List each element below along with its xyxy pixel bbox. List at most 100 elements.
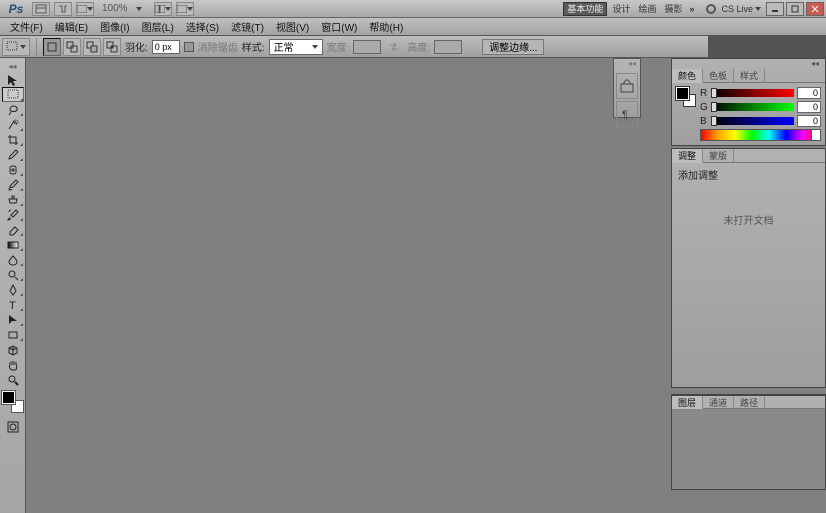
svg-text:¶: ¶	[622, 109, 628, 121]
minimize-window-button[interactable]	[766, 2, 784, 16]
tab-swatch[interactable]: 色板	[703, 69, 734, 82]
layers-body	[672, 409, 825, 489]
view-extras-dropdown[interactable]	[76, 2, 94, 16]
tab-layers[interactable]: 图层	[672, 396, 703, 409]
workspace-photography-button[interactable]: 摄影	[661, 2, 685, 16]
collapsed-dock: ¶	[613, 58, 641, 118]
history-brush-tool[interactable]	[2, 207, 24, 222]
tab-paths[interactable]: 路径	[734, 396, 765, 408]
title-bar: Ps 100% 基本功能 设计 绘画 摄影 » CS Live	[0, 0, 826, 18]
menu-layer[interactable]: 图层(L)	[136, 19, 180, 34]
svg-text:T: T	[9, 300, 16, 311]
color-swatches	[2, 391, 24, 413]
eyedropper-tool[interactable]	[2, 147, 24, 162]
tab-adjustments[interactable]: 调整	[672, 149, 703, 163]
selection-new-button[interactable]	[43, 38, 61, 56]
g-label: G	[700, 102, 708, 113]
foreground-color-swatch[interactable]	[2, 391, 15, 404]
brush-tool[interactable]	[2, 177, 24, 192]
style-label: 样式:	[242, 39, 265, 54]
style-select[interactable]: 正常	[269, 39, 323, 55]
color-panel-handle[interactable]	[672, 59, 825, 69]
layers-panel: 图层 通道 路径	[671, 394, 826, 490]
workspace-basic-button[interactable]: 基本功能	[563, 2, 607, 16]
selection-mode-group	[43, 38, 121, 56]
pen-tool[interactable]	[2, 282, 24, 297]
cslive-dropdown[interactable]: CS Live	[718, 2, 764, 16]
blur-tool[interactable]	[2, 252, 24, 267]
type-tool[interactable]: T	[2, 297, 24, 312]
b-input[interactable]	[797, 115, 821, 127]
g-input[interactable]	[797, 101, 821, 113]
width-label: 宽度:	[327, 39, 350, 54]
move-tool[interactable]	[2, 72, 24, 87]
healing-brush-tool[interactable]	[2, 162, 24, 177]
quickmask-button[interactable]	[2, 419, 24, 434]
tab-mask[interactable]: 蒙版	[703, 149, 734, 162]
tab-styles[interactable]: 样式	[734, 69, 765, 82]
dock-expand-handle[interactable]	[614, 59, 640, 71]
height-label: 高度:	[407, 39, 430, 54]
height-input	[434, 40, 462, 54]
shape-tool[interactable]	[2, 327, 24, 342]
r-input[interactable]	[797, 87, 821, 99]
workspace-painting-button[interactable]: 绘画	[635, 2, 659, 16]
b-slider[interactable]	[711, 117, 794, 125]
menu-window[interactable]: 窗口(W)	[315, 19, 363, 34]
clone-stamp-tool[interactable]	[2, 192, 24, 207]
tool-preset-dropdown[interactable]	[2, 38, 30, 56]
r-label: R	[700, 88, 708, 99]
quick-select-tool[interactable]	[2, 117, 24, 132]
menu-bar: 文件(F) 编辑(E) 图像(I) 图层(L) 选择(S) 滤镜(T) 视图(V…	[0, 18, 826, 36]
no-document-message: 未打开文档	[678, 182, 819, 257]
menu-image[interactable]: 图像(I)	[94, 19, 135, 34]
menu-filter[interactable]: 滤镜(T)	[225, 19, 270, 34]
cslive-icon	[706, 4, 716, 14]
lasso-tool[interactable]	[2, 102, 24, 117]
menu-edit[interactable]: 编辑(E)	[49, 19, 94, 34]
width-input	[353, 40, 381, 54]
color-panel: 颜色 色板 样式 R G B	[671, 58, 826, 146]
dock-history-icon[interactable]	[616, 73, 638, 99]
gradient-tool[interactable]	[2, 237, 24, 252]
maximize-window-button[interactable]	[786, 2, 804, 16]
minibridge-icon[interactable]	[54, 2, 72, 16]
feather-input[interactable]	[152, 40, 180, 54]
menu-select[interactable]: 选择(S)	[180, 19, 225, 34]
b-label: B	[700, 116, 708, 127]
g-slider[interactable]	[711, 103, 794, 111]
dodge-tool[interactable]	[2, 267, 24, 282]
zoom-dropdown-icon[interactable]	[136, 7, 142, 11]
zoom-level[interactable]: 100%	[98, 3, 132, 14]
close-window-button[interactable]	[806, 2, 824, 16]
right-panel-group: ¶ 颜色 色板 样式 R G	[643, 58, 826, 492]
crop-tool[interactable]	[2, 132, 24, 147]
3d-tool[interactable]	[2, 342, 24, 357]
panel-color-swatch[interactable]	[676, 87, 696, 107]
tools-collapse-handle[interactable]	[0, 60, 25, 72]
screen-mode-dropdown[interactable]	[176, 2, 194, 16]
menu-help[interactable]: 帮助(H)	[363, 19, 409, 34]
bridge-icon[interactable]	[32, 2, 50, 16]
antialias-label: 消除锯齿	[198, 39, 238, 54]
r-slider[interactable]	[711, 89, 794, 97]
workspace-design-button[interactable]: 设计	[609, 2, 633, 16]
swap-wh-button	[385, 38, 403, 56]
zoom-tool[interactable]	[2, 372, 24, 387]
menu-view[interactable]: 视图(V)	[270, 19, 315, 34]
selection-add-button[interactable]	[63, 38, 81, 56]
workspace-more-button[interactable]: »	[687, 2, 696, 16]
selection-subtract-button[interactable]	[83, 38, 101, 56]
marquee-tool[interactable]	[2, 87, 24, 102]
dock-character-icon[interactable]: ¶	[616, 101, 638, 127]
path-select-tool[interactable]	[2, 312, 24, 327]
tab-color[interactable]: 颜色	[672, 69, 703, 83]
eraser-tool[interactable]	[2, 222, 24, 237]
hand-tool[interactable]	[2, 357, 24, 372]
tab-channels[interactable]: 通道	[703, 396, 734, 408]
arrange-documents-dropdown[interactable]	[154, 2, 172, 16]
selection-intersect-button[interactable]	[103, 38, 121, 56]
menu-file[interactable]: 文件(F)	[4, 19, 49, 34]
spectrum-bar[interactable]	[700, 129, 821, 141]
adjust-edge-button[interactable]: 调整边缘...	[482, 39, 544, 55]
